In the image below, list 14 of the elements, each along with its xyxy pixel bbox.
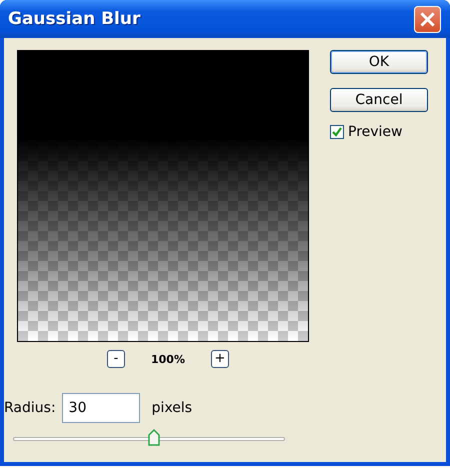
unit-label: pixels [152, 400, 192, 416]
radius-field[interactable]: 30 [62, 393, 140, 423]
zoom-out-button[interactable]: - [107, 350, 125, 368]
preview-label: Preview [348, 124, 402, 140]
checkbox[interactable] [330, 125, 344, 139]
dialog-button[interactable]: OK [330, 50, 428, 74]
radius-label: Radius: [4, 400, 56, 416]
preview-checkbox[interactable]: Preview [330, 124, 430, 140]
slider-thumb[interactable] [148, 429, 160, 446]
zoom-value: 100% [151, 352, 185, 366]
window-title: Gaussian Blur [8, 9, 140, 29]
zoom-in-button[interactable]: + [210, 350, 229, 368]
dialog-button[interactable]: Cancel [330, 88, 428, 112]
checkmark-icon [332, 127, 342, 137]
